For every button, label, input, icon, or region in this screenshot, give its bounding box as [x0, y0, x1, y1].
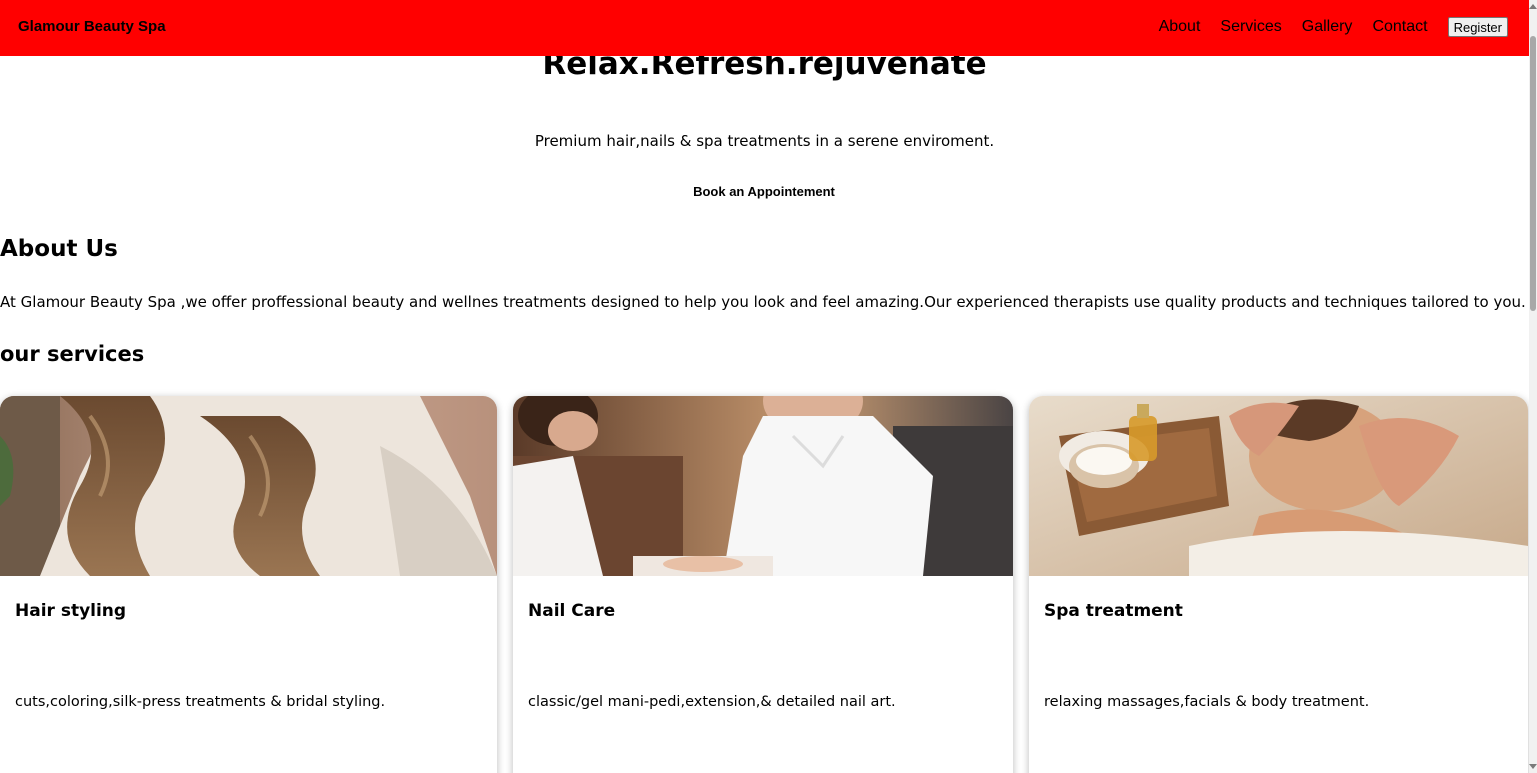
- nav-link-about[interactable]: About: [1159, 18, 1201, 36]
- service-card-nails: Nail Care classic/gel mani-pedi,extensio…: [513, 396, 1013, 773]
- scroll-up-arrow-icon[interactable]: [1529, 4, 1537, 9]
- nav-link-gallery[interactable]: Gallery: [1302, 18, 1353, 36]
- service-title: Nail Care: [528, 601, 616, 621]
- service-title: Hair styling: [15, 601, 127, 621]
- about-text: At Glamour Beauty Spa ,we offer proffess…: [0, 293, 1526, 311]
- service-card-spa: Spa treatment relaxing massages,facials …: [1029, 396, 1528, 773]
- page: Glamour Beauty Spa About Services Galler…: [0, 0, 1537, 773]
- service-title: Spa treatment: [1044, 601, 1183, 621]
- top-navbar: Glamour Beauty Spa About Services Galler…: [0, 0, 1529, 56]
- about-heading: About Us: [0, 236, 118, 262]
- scroll-down-arrow-icon[interactable]: [1529, 764, 1537, 769]
- nav-link-services[interactable]: Services: [1220, 18, 1281, 36]
- service-description: cuts,coloring,silk-press treatments & br…: [15, 694, 386, 710]
- register-button[interactable]: Register: [1447, 17, 1508, 37]
- hair-styling-image: [0, 396, 497, 576]
- service-description: classic/gel mani-pedi,extension,& detail…: [528, 694, 896, 710]
- services-heading: our services: [0, 342, 145, 366]
- nav-links: About Services Gallery Contact Register: [1159, 17, 1508, 37]
- scroll-thumb[interactable]: [1530, 36, 1536, 311]
- book-appointment-button[interactable]: Book an Appointement: [664, 180, 864, 202]
- spa-treatment-image: [1029, 396, 1528, 576]
- service-description: relaxing massages,facials & body treatme…: [1044, 694, 1370, 710]
- vertical-scrollbar[interactable]: [1529, 0, 1537, 773]
- nav-link-contact[interactable]: Contact: [1372, 18, 1427, 36]
- service-card-hair: Hair styling cuts,coloring,silk-press tr…: [0, 396, 497, 773]
- hero-subtitle: Premium hair,nails & spa treatments in a…: [534, 132, 995, 150]
- nail-care-image: [513, 396, 1013, 576]
- brand-logo[interactable]: Glamour Beauty Spa: [18, 18, 166, 35]
